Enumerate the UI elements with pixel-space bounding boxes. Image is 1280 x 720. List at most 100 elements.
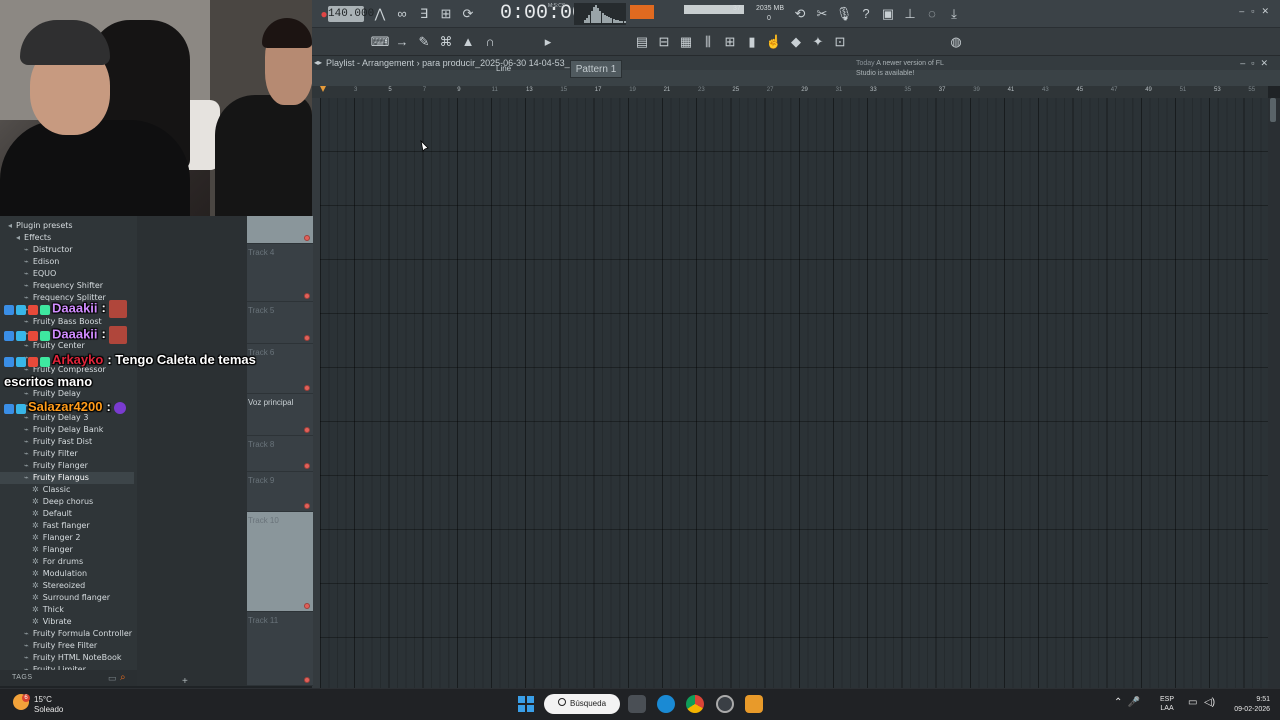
- browser-item[interactable]: ✲ Deep chorus: [0, 496, 134, 508]
- task-view-icon[interactable]: [628, 695, 646, 713]
- display-icon[interactable]: ▭: [1188, 697, 1197, 708]
- edge-icon[interactable]: [657, 695, 675, 713]
- cut-icon[interactable]: ✂: [812, 4, 832, 24]
- track-header[interactable]: Voz principal: [247, 394, 313, 436]
- clock[interactable]: 9:51 09-02-2026: [1222, 695, 1270, 715]
- browser-item[interactable]: ⌁ Fruity Fast Dist: [0, 436, 134, 448]
- track-mute-icon[interactable]: [304, 385, 310, 391]
- search-icon[interactable]: ⌕: [120, 672, 126, 683]
- browser-item[interactable]: ⌁ Fruity Formula Controller: [0, 628, 134, 640]
- obs-icon[interactable]: [716, 695, 734, 713]
- browser-item[interactable]: ✲ Stereoized: [0, 580, 134, 592]
- browser-item[interactable]: ✲ Flanger: [0, 544, 134, 556]
- browser-item[interactable]: ⌁ EQUO: [0, 268, 134, 280]
- track-mute-icon[interactable]: [304, 603, 310, 609]
- playlist-icon[interactable]: ▤: [632, 32, 652, 52]
- metronome-icon[interactable]: ⋀: [370, 4, 390, 24]
- tempo-display[interactable]: 140.000: [328, 6, 374, 22]
- magnet-icon[interactable]: ∩: [480, 32, 500, 52]
- playhead-marker[interactable]: [320, 86, 326, 92]
- taskbar-search[interactable]: Búsqueda: [544, 694, 620, 714]
- weather-condition[interactable]: Soleado: [34, 705, 63, 714]
- update-notice[interactable]: Today A newer version of FL Studio is av…: [856, 59, 956, 79]
- track-header[interactable]: Track 9: [247, 472, 313, 512]
- fl-studio-icon[interactable]: [745, 695, 763, 713]
- track-mute-icon[interactable]: [304, 235, 310, 241]
- browser-item[interactable]: ✲ Flanger 2: [0, 532, 134, 544]
- channel-rack-icon[interactable]: ▦: [676, 32, 696, 52]
- scrollbar-thumb[interactable]: [1270, 98, 1276, 122]
- playlist-grid[interactable]: [320, 98, 1268, 688]
- help-icon[interactable]: ?: [856, 4, 876, 24]
- piano-roll-icon[interactable]: ⊟: [654, 32, 674, 52]
- microphone-icon[interactable]: 🎙: [834, 4, 854, 24]
- plugin-db-icon[interactable]: ▮: [742, 32, 762, 52]
- browser-item[interactable]: ⌁ Fruity HTML NoteBook: [0, 652, 134, 664]
- pattern-selector[interactable]: Pattern 1: [570, 60, 622, 78]
- tips-icon[interactable]: ✦: [808, 32, 828, 52]
- browser-item[interactable]: ✲ Default: [0, 508, 134, 520]
- snap-selector[interactable]: Line: [496, 64, 511, 73]
- wait-input-icon[interactable]: ∞: [392, 4, 412, 24]
- stamp-icon[interactable]: ▲: [458, 32, 478, 52]
- track-mute-icon[interactable]: [304, 335, 310, 341]
- track-mute-icon[interactable]: [304, 503, 310, 509]
- browser-item[interactable]: ⌁ Fruity Filter: [0, 448, 134, 460]
- browser-item[interactable]: ◂ Effects: [0, 232, 134, 244]
- tags-label[interactable]: TAGS: [12, 674, 33, 681]
- browser-item[interactable]: ✲ For drums: [0, 556, 134, 568]
- track-header[interactable]: Track 10: [247, 512, 313, 612]
- timeline-ruler[interactable]: 3 5 7 9 11 13 15 17 19 21 23 25 27 29 31 33 35 37 39 41 43 45…: [312, 86, 1268, 98]
- track-mute-icon[interactable]: [304, 427, 310, 433]
- arrow-icon[interactable]: →: [392, 32, 412, 52]
- globe-icon[interactable]: ◍: [946, 32, 966, 52]
- browser-item[interactable]: ⌁ Frequency Shifter: [0, 280, 134, 292]
- browser-item[interactable]: ◂ Plugin presets: [0, 220, 134, 232]
- track-header[interactable]: Track 11: [247, 612, 313, 686]
- browser-item[interactable]: ⌁ Fruity Free Filter: [0, 640, 134, 652]
- track-header[interactable]: Track 6: [247, 344, 313, 394]
- add-icon[interactable]: +: [182, 676, 188, 687]
- browser-item[interactable]: ✲ Surround flanger: [0, 592, 134, 604]
- track-header[interactable]: [247, 216, 313, 244]
- browser-item[interactable]: ✲ Thick: [0, 604, 134, 616]
- browser-item[interactable]: ⌁ Fruity Flanger: [0, 460, 134, 472]
- browser-item[interactable]: ⌁ Distructor: [0, 244, 134, 256]
- mixer-view-icon[interactable]: ⫼: [698, 32, 718, 52]
- save-icon[interactable]: ▣: [878, 4, 898, 24]
- loop-record-icon[interactable]: ⟳: [458, 4, 478, 24]
- cart-icon[interactable]: ⊡: [830, 32, 850, 52]
- learn-icon[interactable]: ◆: [786, 32, 806, 52]
- track-header[interactable]: Track 8: [247, 436, 313, 472]
- folder-icon[interactable]: ▭: [108, 673, 117, 684]
- undo-icon[interactable]: ⟲: [790, 4, 810, 24]
- start-button[interactable]: [518, 696, 534, 712]
- chat-icon[interactable]: ◌: [922, 4, 942, 24]
- system-tray[interactable]: ⌃ 🎤: [1114, 697, 1140, 708]
- browser-item[interactable]: ✲ Fast flanger: [0, 520, 134, 532]
- window-controls[interactable]: –▫✕: [1239, 6, 1276, 17]
- track-mute-icon[interactable]: [304, 677, 310, 683]
- track-mute-icon[interactable]: [304, 463, 310, 469]
- track-header[interactable]: Track 5: [247, 302, 313, 344]
- browser-item[interactable]: ✲ Vibrate: [0, 616, 134, 628]
- browser-item[interactable]: ⌁ Fruity Flangus: [0, 472, 134, 484]
- chrome-icon[interactable]: [686, 695, 704, 713]
- countdown-icon[interactable]: ∃: [414, 4, 434, 24]
- browser-item[interactable]: ✲ Classic: [0, 484, 134, 496]
- step-edit-icon[interactable]: ⊞: [436, 4, 456, 24]
- link-icon[interactable]: ⌘: [436, 32, 456, 52]
- mixer-icon[interactable]: ⊥: [900, 4, 920, 24]
- language-indicator[interactable]: ESP LAA: [1160, 695, 1174, 713]
- keyboard-icon[interactable]: ⌨: [370, 32, 390, 52]
- browser-item[interactable]: ⌁ Edison: [0, 256, 134, 268]
- browser-icon[interactable]: ⊞: [720, 32, 740, 52]
- vertical-scrollbar[interactable]: [1268, 98, 1280, 688]
- pencil-icon[interactable]: ✎: [414, 32, 434, 52]
- play-pattern-icon[interactable]: ▸: [538, 32, 558, 52]
- download-icon[interactable]: ⤓: [944, 4, 964, 24]
- playlist-window-controls[interactable]: –▫✕: [1240, 56, 1274, 70]
- track-header[interactable]: Track 4: [247, 244, 313, 302]
- touch-icon[interactable]: ☝: [764, 32, 784, 52]
- weather-temperature[interactable]: 15°C: [34, 695, 52, 704]
